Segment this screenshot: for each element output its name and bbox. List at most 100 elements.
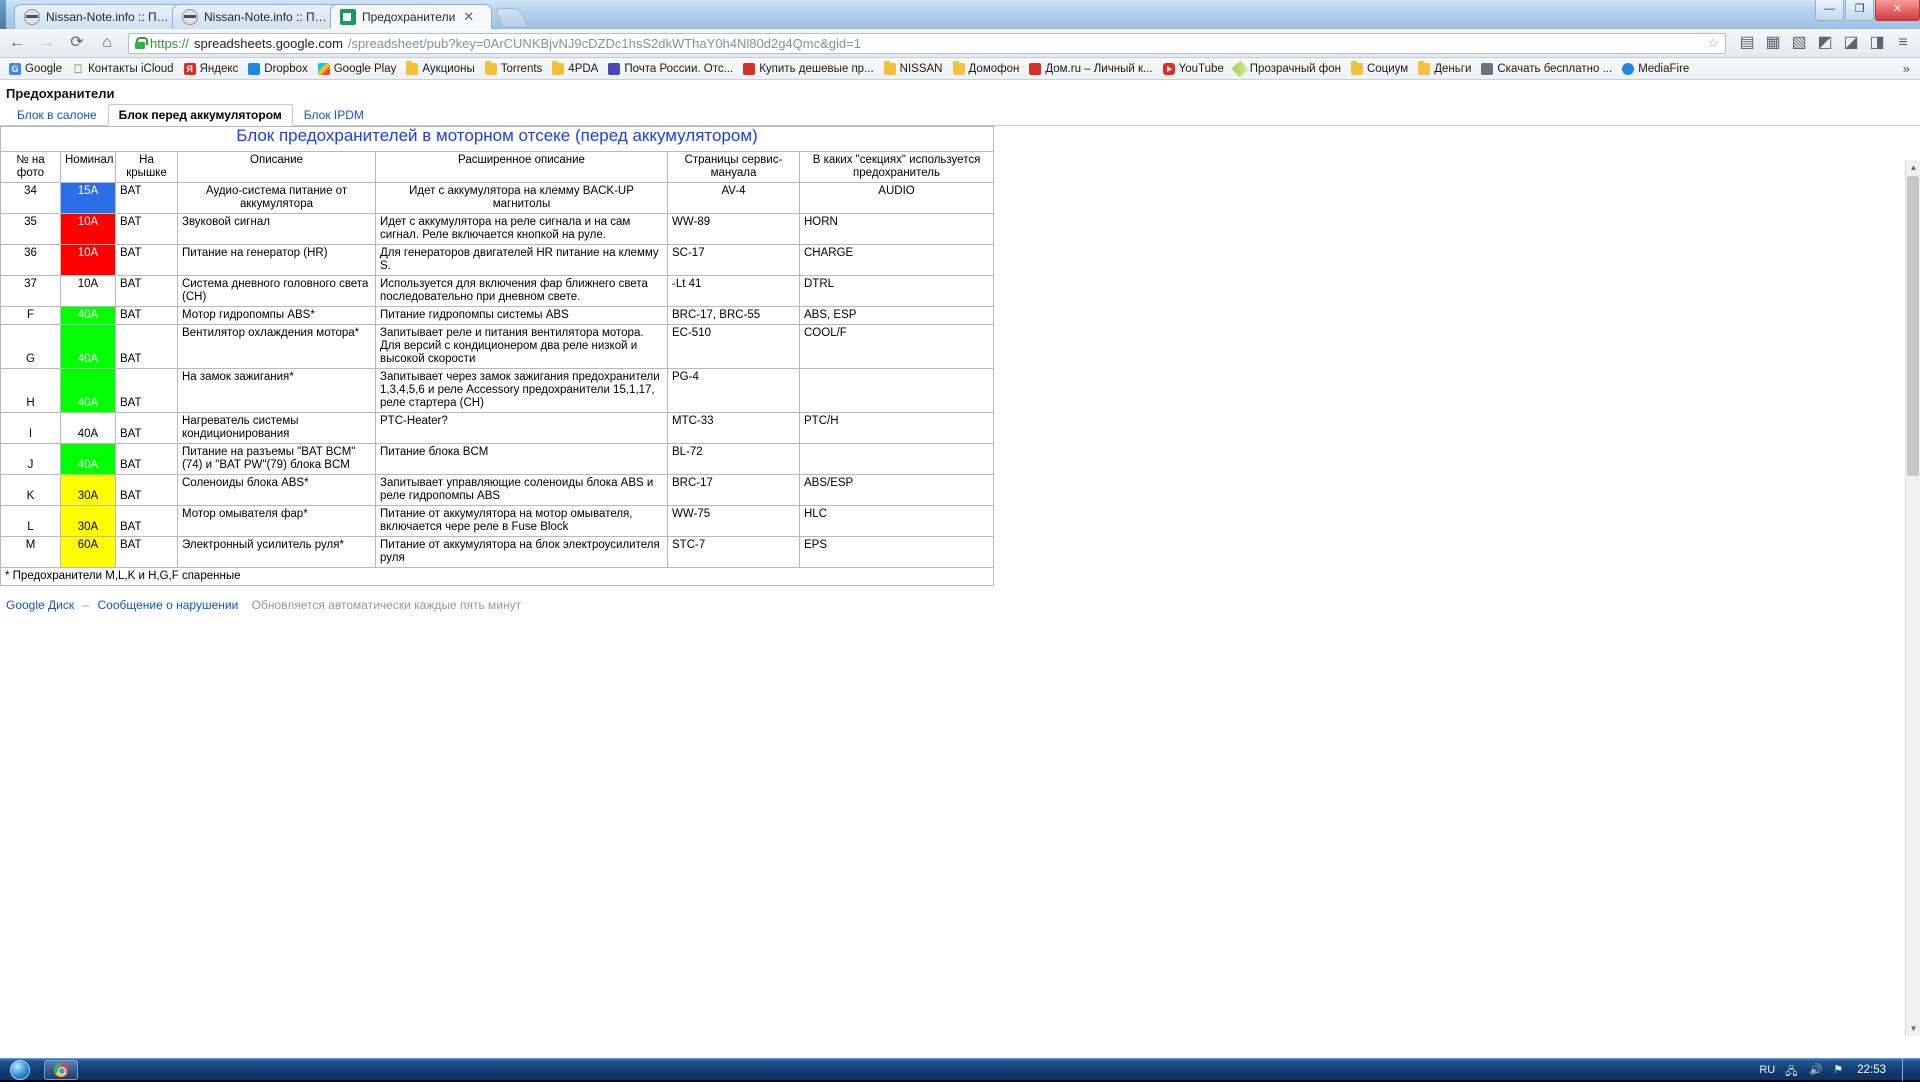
cell-extended-description: PTC-Heater?: [376, 413, 668, 444]
reload-button[interactable]: ⟳: [66, 32, 88, 54]
browser-tab-3-title: Предохранители: [362, 10, 455, 24]
bookmark-money[interactable]: Деньги: [1413, 60, 1476, 78]
table-row[interactable]: M 60A BAT Электронный усилитель руля* Пи…: [1, 537, 994, 568]
browser-tab-3-close-icon[interactable]: ✕: [463, 11, 474, 23]
sheet-tab-before-battery[interactable]: Блок перед аккумулятором: [108, 104, 293, 126]
bookmark-google[interactable]: GGoogle: [4, 60, 67, 78]
taskbar-item-chrome[interactable]: [44, 1060, 78, 1080]
red-icon: [743, 63, 755, 75]
bookmark-download-free[interactable]: Скачать бесплатно ...: [1476, 60, 1617, 78]
url-path: /spreadsheet/pub?key=0ArCUNKBjvNJ9cDZDc1…: [348, 36, 861, 51]
table-header-row: № на фото Номинал На крышке Описание Рас…: [1, 152, 994, 183]
extension-icon-6[interactable]: ◨: [1866, 32, 1888, 54]
page-scrollbar[interactable]: ▲ ▼: [1905, 160, 1920, 1036]
bookmark-auctions[interactable]: Аукционы: [401, 60, 479, 78]
sheet-tab-ipdm[interactable]: Блок IPDM: [293, 104, 375, 125]
maximize-button[interactable]: ❐: [1845, 0, 1874, 21]
close-window-button[interactable]: ✕: [1875, 0, 1920, 21]
google-sheets-favicon: [340, 9, 356, 25]
volume-icon[interactable]: 🔊: [1809, 1063, 1823, 1077]
header-extended-description: Расширенное описание: [376, 152, 668, 183]
chrome-menu-icon[interactable]: ≡: [1892, 32, 1914, 54]
cell-rating: 10A: [61, 276, 116, 307]
cell-sections: CHARGE: [800, 245, 994, 276]
cell-sections: ABS/ESP: [800, 475, 994, 506]
bookmark-yandex[interactable]: ЯЯндекс: [179, 60, 244, 78]
bookmark-icloud-contacts[interactable]: Контакты iCloud: [67, 60, 178, 78]
clock[interactable]: 22:53: [1857, 1064, 1886, 1076]
cell-rating: 10A: [61, 214, 116, 245]
google-drive-link[interactable]: Google Диск: [6, 598, 74, 612]
bookmark-label: Аукционы: [422, 63, 474, 75]
system-tray: RU 🖧 🔊 ⚑ 22:53: [1759, 1059, 1920, 1081]
cell-description: Система дневного головного света (CH): [178, 276, 376, 307]
cell-sections: ABS, ESP: [800, 307, 994, 325]
bookmark-youtube[interactable]: YouTube: [1158, 60, 1229, 78]
cell-rating: 30A: [61, 475, 116, 506]
cell-manual-pages: SC-17: [668, 245, 800, 276]
bookmark-russian-post[interactable]: Почта России. Отс...: [603, 60, 738, 78]
back-button[interactable]: ←: [6, 32, 28, 54]
start-button[interactable]: [0, 1059, 40, 1081]
table-row[interactable]: 37 10A BAT Система дневного головного св…: [1, 276, 994, 307]
cell-rating: 40A: [61, 444, 116, 475]
bookmark-mediafire[interactable]: MediaFire: [1617, 60, 1694, 78]
browser-tab-3[interactable]: Предохранители ✕: [330, 4, 492, 29]
bookmark-nissan[interactable]: NISSAN: [879, 60, 948, 78]
bookmark-star-icon[interactable]: ☆: [1707, 35, 1719, 51]
table-row[interactable]: 34 15A BAT Аудио-система питание от акку…: [1, 183, 994, 214]
table-row[interactable]: K 30A BAT Соленоиды блока ABS* Запитывае…: [1, 475, 994, 506]
address-bar[interactable]: https://spreadsheets.google.com/spreadsh…: [128, 33, 1726, 54]
minimize-button[interactable]: —: [1815, 0, 1844, 21]
cell-extended-description: Запитывает управляющие соленоиды блока A…: [376, 475, 668, 506]
table-row[interactable]: I 40A BAT Нагреватель системы кондициони…: [1, 413, 994, 444]
extension-icon-3[interactable]: ▧: [1788, 32, 1810, 54]
language-indicator[interactable]: RU: [1759, 1064, 1775, 1076]
scroll-down-arrow-icon[interactable]: ▼: [1906, 1021, 1920, 1036]
home-button[interactable]: ⌂: [96, 32, 118, 54]
extension-icon-2[interactable]: ▦: [1762, 32, 1784, 54]
table-row[interactable]: G 40A BAT Вентилятор охлаждения мотора* …: [1, 325, 994, 369]
table-row[interactable]: 36 10A BAT Питание на генератор (HR) Для…: [1, 245, 994, 276]
bookmark-dropbox[interactable]: Dropbox: [243, 60, 312, 78]
new-tab-button[interactable]: [494, 8, 527, 26]
network-icon[interactable]: 🖧: [1785, 1063, 1799, 1077]
scroll-up-arrow-icon[interactable]: ▲: [1906, 160, 1920, 175]
table-row[interactable]: L 30A BAT Мотор омывателя фар* Питание о…: [1, 506, 994, 537]
bookmarks-overflow-button[interactable]: »: [1903, 61, 1916, 76]
cell-sections: AUDIO: [800, 183, 994, 214]
forward-button[interactable]: →: [36, 32, 58, 54]
bookmark-cheap-goods[interactable]: Купить дешевые пр...: [738, 60, 878, 78]
browser-tab-2[interactable]: Nissan-Note.info :: Просм ✕: [172, 4, 356, 29]
bookmark-google-play[interactable]: Google Play: [313, 60, 402, 78]
window-controls: — ❐ ✕: [1814, 0, 1920, 22]
bookmark-socium[interactable]: Социум: [1346, 60, 1413, 78]
table-row[interactable]: 35 10A BAT Звуковой сигнал Идет с аккуму…: [1, 214, 994, 245]
report-abuse-link[interactable]: Сообщение о нарушении: [97, 598, 238, 612]
bookmark-domofon[interactable]: Домофон: [948, 60, 1025, 78]
browser-tab-1[interactable]: Nissan-Note.info :: Поиск ✕: [14, 4, 198, 29]
bookmark-transparent-bg[interactable]: Прозрачный фон: [1229, 60, 1346, 78]
extension-icon-1[interactable]: ▤: [1736, 32, 1758, 54]
cell-manual-pages: STC-7: [668, 537, 800, 568]
extension-icon-4[interactable]: ◩: [1814, 32, 1836, 54]
cell-on-cover: BAT: [116, 276, 178, 307]
scrollbar-thumb[interactable]: [1907, 176, 1919, 476]
bookmark-torrents[interactable]: Torrents: [480, 60, 548, 78]
table-row[interactable]: F 40A BAT Мотор гидропомпы ABS* Питание …: [1, 307, 994, 325]
table-row[interactable]: J 40A BAT Питание на разъемы "BAT BCM"(7…: [1, 444, 994, 475]
bookmark-label: Google Play: [334, 63, 397, 75]
cell-description: Мотор омывателя фар*: [178, 506, 376, 537]
cell-description: Соленоиды блока ABS*: [178, 475, 376, 506]
table-row[interactable]: H 40A BAT На замок зажигания* Запитывает…: [1, 369, 994, 413]
show-desktop-button[interactable]: [1902, 1059, 1912, 1081]
bookmark-4pda[interactable]: 4PDA: [547, 60, 603, 78]
bookmark-label: Dropbox: [264, 63, 307, 75]
bookmark-domru[interactable]: Дом.ru – Личный к...: [1024, 60, 1157, 78]
extension-icon-5[interactable]: ◪: [1840, 32, 1862, 54]
cell-rating: 10A: [61, 245, 116, 276]
windows-orb-icon: [10, 1060, 30, 1080]
cell-manual-pages: WW-75: [668, 506, 800, 537]
sheet-tab-salon[interactable]: Блок в салоне: [6, 104, 108, 125]
action-center-icon[interactable]: ⚑: [1833, 1063, 1847, 1077]
